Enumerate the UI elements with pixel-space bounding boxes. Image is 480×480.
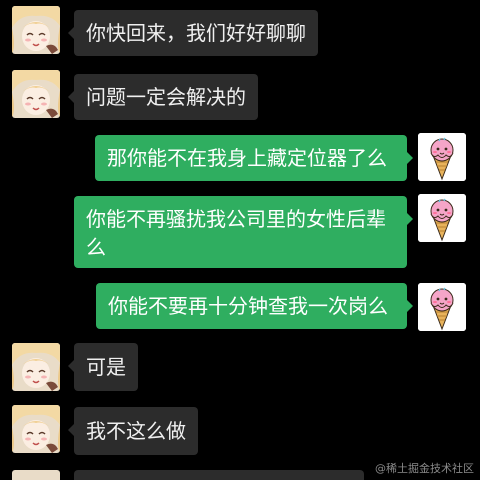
- message-row: 我不这么做: [0, 405, 480, 457]
- message-row: 那你能不在我身上藏定位器了么: [0, 133, 480, 185]
- message-bubble[interactable]: 那你能不在我身上藏定位器了么: [95, 135, 413, 181]
- message-row: 问题一定会解决的: [0, 70, 480, 122]
- message-bubble[interactable]: 问题一定会解决的: [68, 74, 258, 120]
- message-bubble[interactable]: 我不这么做: [68, 407, 198, 455]
- message-row: 你能不再骚扰我公司里的女性后辈么: [0, 194, 480, 270]
- watermark: @稀土掘金技术社区: [375, 462, 474, 475]
- message-bubble[interactable]: [74, 470, 364, 480]
- message-row: 可是: [0, 343, 480, 395]
- anime-girl-avatar[interactable]: [12, 343, 60, 391]
- message-row: 你快回来，我们好好聊聊: [0, 6, 480, 58]
- chat-window: 你快回来，我们好好聊聊 问题一定会解决的 那你能不在我身上藏定位器了么 你能不再…: [0, 0, 480, 480]
- anime-girl-avatar[interactable]: [12, 6, 60, 54]
- ice-cream-avatar[interactable]: [418, 133, 466, 181]
- message-bubble[interactable]: 可是: [68, 343, 138, 391]
- message-bubble[interactable]: 你快回来，我们好好聊聊: [68, 10, 318, 56]
- anime-girl-avatar[interactable]: [12, 405, 60, 453]
- anime-girl-avatar[interactable]: [12, 470, 60, 480]
- ice-cream-avatar[interactable]: [418, 283, 466, 331]
- message-row: 你能不要再十分钟查我一次岗么: [0, 283, 480, 335]
- ice-cream-avatar[interactable]: [418, 194, 466, 242]
- message-bubble[interactable]: 你能不再骚扰我公司里的女性后辈么: [74, 196, 413, 268]
- anime-girl-avatar[interactable]: [12, 70, 60, 118]
- message-bubble[interactable]: 你能不要再十分钟查我一次岗么: [96, 283, 413, 329]
